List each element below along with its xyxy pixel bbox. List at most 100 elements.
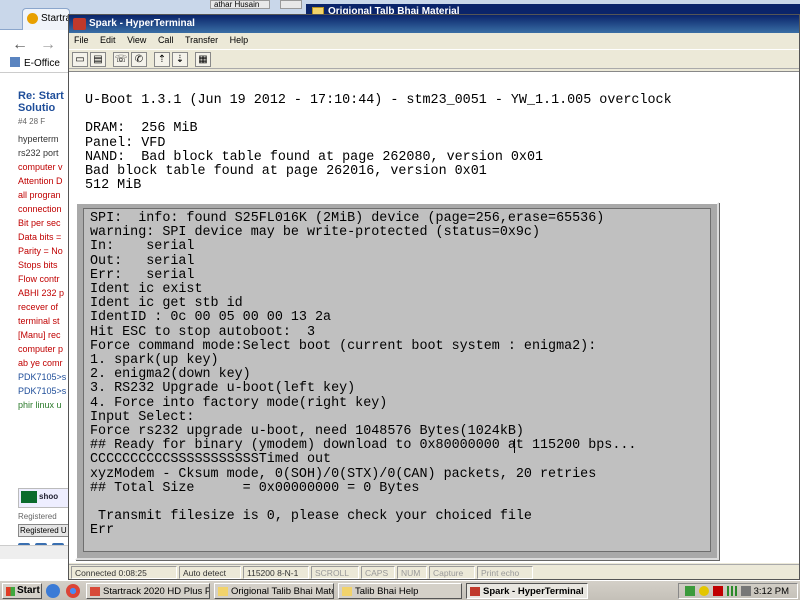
- overlay-line: xyzModem - Cksum mode, 0(SOH)/0(STX)/0(C…: [90, 466, 597, 482]
- overlay-line: In: serial: [90, 239, 195, 255]
- post-line: ab ye comr: [18, 358, 63, 368]
- post-line: all progran: [18, 190, 61, 200]
- post-line: phir linux u: [18, 400, 62, 410]
- overlay-line: Transmit filesize is 0, please check you…: [90, 509, 532, 525]
- post-line: computer p: [18, 344, 64, 354]
- alert-icon[interactable]: [713, 586, 723, 596]
- hyperterminal-icon: [73, 18, 86, 30]
- window-titlebar[interactable]: Spark - HyperTerminal: [69, 15, 799, 33]
- start-button[interactable]: Start: [2, 583, 42, 599]
- overlay-line: 1. spark(up key): [90, 353, 219, 368]
- folder-icon: [218, 587, 228, 596]
- post-line: hyperterm: [18, 134, 59, 144]
- clock[interactable]: 3:12 PM: [754, 586, 789, 597]
- menu-view[interactable]: View: [127, 35, 146, 45]
- folder-icon: [342, 587, 352, 596]
- menu-transfer[interactable]: Transfer: [185, 35, 218, 45]
- registered-user-button[interactable]: Registered U: [18, 524, 70, 537]
- browser-horizontal-scrollbar[interactable]: [0, 545, 70, 559]
- taskbar-button[interactable]: Origional Talib Bhai Material: [214, 583, 334, 599]
- overlay-line: Force command mode:Select boot (current …: [90, 338, 597, 354]
- terminal-line: NAND: Bad block table found at page 2620…: [85, 149, 544, 165]
- overlay-line: Force rs232 upgrade u-boot, need 1048576…: [90, 424, 524, 439]
- new-icon[interactable]: ▭: [72, 52, 88, 67]
- overlay-line: Hit ESC to stop autoboot: 3: [90, 324, 315, 340]
- overlay-console[interactable]: SPI: info: found S25FL016K (2MiB) device…: [83, 208, 711, 552]
- bookmark-eoffice[interactable]: E-Office: [24, 58, 60, 69]
- overlay-line: IdentID : 0c 00 05 00 00 13 2a: [90, 310, 332, 326]
- menu-help[interactable]: Help: [230, 35, 249, 45]
- registered-label: Registered: [18, 512, 57, 521]
- background-window-button[interactable]: [280, 0, 302, 9]
- security-shield-icon[interactable]: [699, 586, 709, 596]
- background-window-title[interactable]: athar Husain: [210, 0, 270, 9]
- post-line: rs232 port: [18, 148, 59, 158]
- overlay-line: Ident ic exist: [90, 282, 203, 297]
- phone-icon[interactable]: ☏: [113, 52, 129, 67]
- back-arrow-icon[interactable]: ←: [12, 36, 28, 54]
- terminal-line: Bad block table found at page 262016, ve…: [85, 164, 487, 179]
- status-num: NUM: [397, 566, 427, 579]
- post-meta: #4 28 F: [18, 117, 46, 126]
- overlay-line: warning: SPI device may be write-protect…: [90, 225, 540, 241]
- taskbar-button-label: Startrack 2020 HD Plus P...: [103, 586, 210, 597]
- post-line: recever of: [18, 302, 59, 312]
- chrome-quicklaunch-icon[interactable]: [66, 584, 80, 598]
- taskbar-button[interactable]: Startrack 2020 HD Plus P...: [86, 583, 210, 599]
- menu-file[interactable]: File: [74, 35, 89, 45]
- terminal-overlay-panel: SPI: info: found S25FL016K (2MiB) device…: [75, 202, 719, 560]
- overlay-line: 2. enigma2(down key): [90, 367, 251, 383]
- flag-badge-label: shoo: [39, 492, 59, 502]
- receive-icon[interactable]: ⇣: [172, 52, 188, 67]
- forward-arrow-icon[interactable]: →: [40, 36, 56, 54]
- menu-edit[interactable]: Edit: [100, 35, 116, 45]
- overlay-line: SPI: info: found S25FL016K (2MiB) device…: [90, 211, 605, 226]
- status-params: 115200 8-N-1: [243, 566, 309, 579]
- post-body: hyperterm rs232 port computer v Attention D…: [18, 132, 70, 412]
- post-line: terminal st: [18, 316, 60, 326]
- signal-bars-icon[interactable]: [727, 586, 737, 596]
- status-caps: CAPS: [361, 566, 395, 579]
- post-title-continued[interactable]: Solutio: [18, 102, 70, 114]
- status-bar: Connected 0:08:25 Auto detect 115200 8-N…: [69, 564, 799, 579]
- desktop: Startra athar Husain Origional Talb Bhai…: [0, 0, 800, 600]
- taskbar-button-label: Origional Talib Bhai Material: [231, 586, 333, 597]
- overlay-line: Err: [90, 523, 115, 539]
- taskbar-button[interactable]: Talib Bhai Help: [338, 583, 462, 599]
- terminal-line: U-Boot 1.3.1 (Jun 19 2012 - 17:10:44) - …: [85, 93, 672, 108]
- menu-call[interactable]: Call: [158, 35, 174, 45]
- post-line: PDK7105>s: [18, 372, 67, 382]
- system-tray: 3:12 PM: [678, 583, 798, 599]
- post-line: PDK7105>s: [18, 386, 67, 396]
- chrome-icon: [90, 587, 100, 596]
- tab-favicon-icon: [27, 13, 38, 24]
- terminal-screen[interactable]: U-Boot 1.3.1 (Jun 19 2012 - 17:10:44) - …: [69, 71, 799, 563]
- overlay-line: Ident ic get stb id: [90, 296, 243, 312]
- post-line: computer v: [18, 162, 63, 172]
- post-line: Attention D: [18, 176, 63, 186]
- hangup-icon[interactable]: ✆: [131, 52, 147, 67]
- send-icon[interactable]: ⇡: [154, 52, 170, 67]
- post-line: Parity = No: [18, 246, 63, 256]
- start-label: Start: [17, 585, 40, 596]
- properties-icon[interactable]: ▦: [195, 52, 211, 67]
- status-capture: Capture: [429, 566, 475, 579]
- status-print-echo: Print echo: [477, 566, 533, 579]
- overlay-line: Err: serial: [90, 267, 195, 283]
- volume-icon[interactable]: [741, 586, 751, 596]
- taskbar-button-label: Talib Bhai Help: [355, 586, 419, 597]
- post-title[interactable]: Re: Start: [18, 90, 70, 102]
- browser-tab-label: Startra: [41, 13, 70, 24]
- open-icon[interactable]: ▤: [90, 52, 106, 67]
- post-line: [Manu] rec: [18, 330, 61, 340]
- terminal-line: Panel: VFD: [85, 135, 166, 151]
- status-detect: Auto detect: [179, 566, 241, 579]
- status-scroll: SCROLL: [311, 566, 359, 579]
- terminal-line: DRAM: 256 MiB: [85, 121, 198, 137]
- status-connected: Connected 0:08:25: [71, 566, 177, 579]
- network-icon[interactable]: [685, 586, 695, 596]
- taskbar-button[interactable]: Spark - HyperTerminal: [466, 583, 588, 599]
- ie-quicklaunch-icon[interactable]: [46, 584, 60, 598]
- browser-tab[interactable]: Startra: [22, 8, 70, 30]
- flag-badge[interactable]: shoo: [18, 488, 70, 508]
